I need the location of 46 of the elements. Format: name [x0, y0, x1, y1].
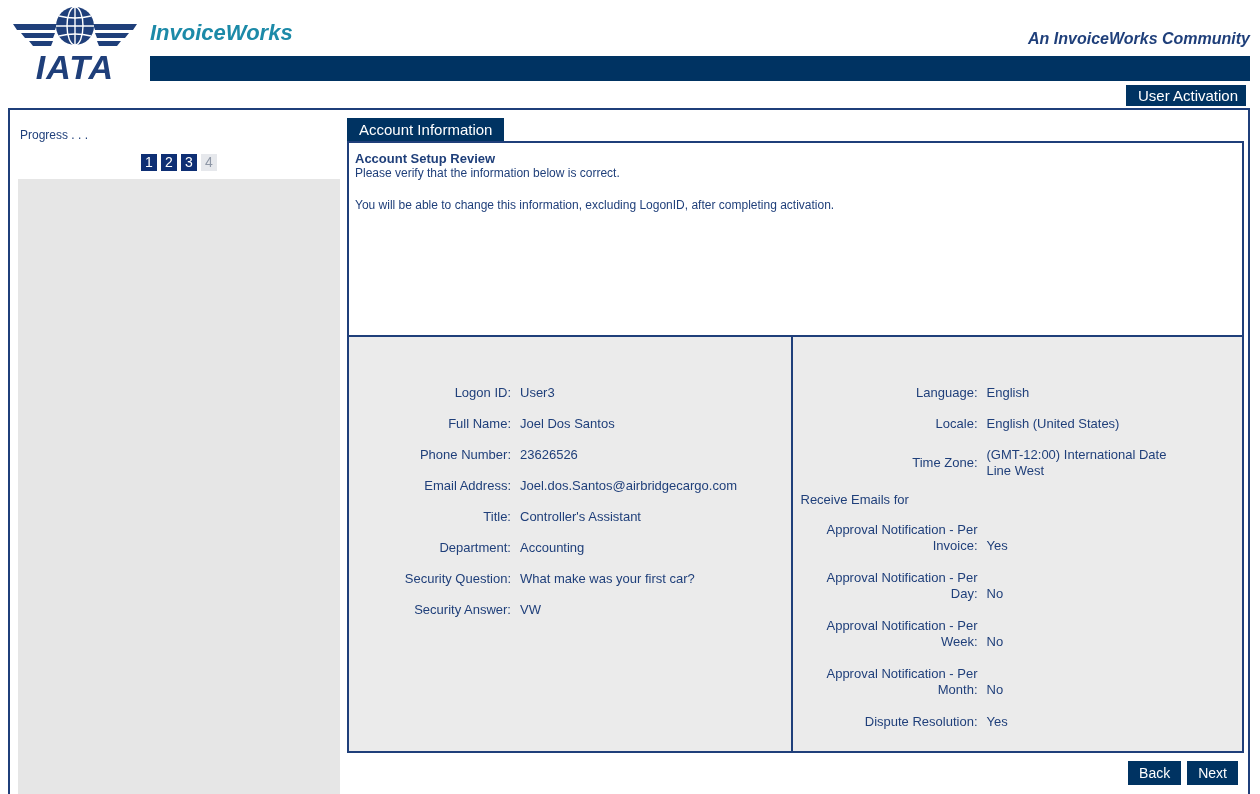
progress-step: 3	[181, 154, 197, 171]
review-heading: Account Setup Review	[355, 151, 497, 166]
emails-heading: Receive Emails for	[800, 492, 910, 507]
field-label: Locale:	[934, 416, 978, 432]
field-label: Time Zone:	[911, 455, 978, 471]
field-value: What make was your first car?	[520, 571, 695, 587]
field-value: Yes	[986, 538, 1009, 554]
progress-step: 2	[161, 154, 177, 171]
field-value: English (United States)	[986, 416, 1121, 432]
field-value: Joel Dos Santos	[520, 416, 615, 432]
field-value: No	[986, 634, 1005, 650]
brand-name: InvoiceWorks	[150, 20, 293, 46]
review-note: You will be able to change this information, excluding LogonID, after completing activation.	[355, 198, 836, 212]
field-value: 23626526	[520, 447, 578, 463]
review-intro: Please verify that the information below is correct.	[355, 166, 621, 180]
progress-step: 1	[141, 154, 157, 171]
field-value: Controller's Assistant	[520, 509, 641, 525]
field-value: No	[986, 682, 1005, 698]
field-label: Security Answer:	[413, 602, 511, 618]
field-value: Accounting	[520, 540, 585, 556]
logo-text: IATA	[35, 52, 115, 82]
field-label: Department:	[438, 540, 511, 556]
progress-label: Progress . . .	[19, 127, 90, 144]
community-link[interactable]: An InvoiceWorks Community	[1028, 30, 1250, 48]
field-label: Approval Notification - Per Week:	[825, 618, 978, 650]
field-label: Title:	[482, 509, 511, 525]
field-value: (GMT-12:00) International Date Line West	[986, 447, 1168, 479]
field-label: Approval Notification - Per Day:	[825, 570, 978, 602]
nav-button[interactable]: Next	[1187, 761, 1238, 785]
field-label: Logon ID:	[453, 385, 511, 401]
field-label: Email Address:	[423, 478, 511, 494]
field-label: Language:	[915, 385, 978, 401]
field-label: Phone Number:	[418, 447, 511, 463]
field-value: No	[986, 586, 1005, 602]
progress-step: 4	[201, 154, 217, 171]
nav-button[interactable]: Back	[1128, 761, 1182, 785]
field-label: Approval Notification - Per Invoice:	[825, 522, 978, 554]
field-label: Security Question:	[403, 571, 511, 587]
field-value: VW	[520, 602, 541, 618]
field-label: Dispute Resolution:	[863, 714, 978, 730]
field-value: English	[986, 385, 1031, 401]
field-value: Yes	[986, 714, 1009, 730]
field-value: Joel.dos.Santos@airbridgecargo.com	[520, 478, 737, 494]
field-label: Full Name:	[447, 416, 511, 432]
field-label: Approval Notification - Per Month:	[825, 666, 978, 698]
field-value: User3	[520, 385, 555, 401]
